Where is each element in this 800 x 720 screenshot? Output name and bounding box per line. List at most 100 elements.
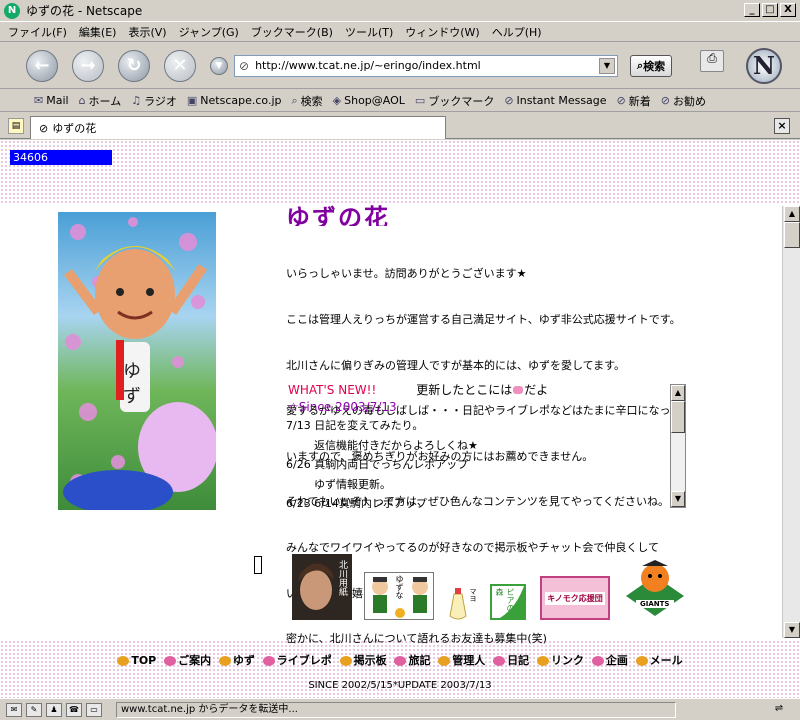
stop-button[interactable]: ✕ xyxy=(164,49,196,82)
bookmark-instant-message[interactable]: ⊘ Instant Message xyxy=(504,94,606,107)
new-tab-icon[interactable]: ▤ xyxy=(8,118,24,134)
bookmark-mail[interactable]: ✉ Mail xyxy=(34,94,69,107)
mail-icon[interactable]: ✉ xyxy=(6,702,22,717)
kinomoku-banner-label: キノモク応援団 xyxy=(545,591,605,605)
back-button[interactable]: ← xyxy=(26,49,58,82)
scroll-thumb[interactable] xyxy=(784,222,800,248)
forward-button[interactable]: → xyxy=(72,49,104,82)
bookmark-search[interactable]: ⌕ 検索 xyxy=(291,93,322,109)
footer-link-top[interactable]: TOP xyxy=(117,654,156,667)
news-item: ゆず情報更新。 xyxy=(286,477,391,491)
bookmark-label: ホーム xyxy=(88,94,122,108)
news-item: 7/13 日記を変えてみたり。 xyxy=(286,419,424,432)
footer-link-live-report[interactable]: ライブレポ xyxy=(262,654,332,667)
page-icon[interactable]: ▭ xyxy=(86,702,102,717)
footer-link-label: ご案内 xyxy=(178,654,212,667)
close-tab-button[interactable]: × xyxy=(774,118,790,134)
footer-link-project[interactable]: 企画 xyxy=(591,654,628,667)
text-cursor-box xyxy=(254,556,262,574)
flower-icon xyxy=(513,386,524,394)
url-text[interactable]: http://www.tcat.ne.jp/~eringo/index.html xyxy=(255,59,481,72)
menu-edit[interactable]: 編集(E) xyxy=(79,24,117,40)
page-link-icon: ⊘ xyxy=(239,58,250,73)
menu-go[interactable]: ジャンプ(G) xyxy=(179,24,239,40)
bookmark-folder[interactable]: ▭ ブックマーク xyxy=(415,93,494,109)
bookmark-recommended[interactable]: ⊘ お勧め xyxy=(661,93,706,109)
scroll-up-arrow-icon[interactable]: ▲ xyxy=(671,385,685,401)
scroll-down-arrow-icon[interactable]: ▼ xyxy=(671,491,685,507)
content-scrollbar[interactable]: ▲ ▼ xyxy=(782,206,800,638)
menu-help[interactable]: ヘルプ(H) xyxy=(492,24,542,40)
scroll-down-container: ▼ xyxy=(783,622,800,638)
menu-bookmarks[interactable]: ブックマーク(B) xyxy=(251,24,333,40)
search-button[interactable]: ⌕ 検索 xyxy=(630,54,673,77)
footer-link-guide[interactable]: ご案内 xyxy=(164,654,211,667)
whats-new-since: ☆Since 2003/7/13 xyxy=(288,400,397,414)
reload-icon: ↻ xyxy=(126,54,142,76)
whats-new-frame: WHAT'S NEW!! 更新したとこには だよ ☆Since 2003/7/1… xyxy=(286,382,686,508)
netscape-logo-icon[interactable]: N xyxy=(746,48,782,84)
scroll-thumb[interactable] xyxy=(671,401,685,433)
bookmark-shop[interactable]: ◈ Shop@AOL xyxy=(333,94,405,107)
whats-new-title: WHAT'S NEW!! xyxy=(288,383,377,397)
minimize-button[interactable]: _ xyxy=(744,3,760,17)
yuzu-cartoon-banner[interactable]: ゆずな xyxy=(364,572,434,620)
menu-file[interactable]: ファイル(F) xyxy=(8,24,67,40)
bookmark-netscape[interactable]: ▣ Netscape.co.jp xyxy=(187,94,282,107)
menu-window[interactable]: ウィンドウ(W) xyxy=(405,24,479,40)
link-icon: ⊘ xyxy=(616,94,626,107)
news-item: 6/26 真駒内両日でっちんレポアップ xyxy=(286,458,469,471)
footer-link-label: 掲示板 xyxy=(353,654,387,667)
menu-view[interactable]: 表示(V) xyxy=(128,24,166,40)
instant-message-icon[interactable]: ♟ xyxy=(46,702,62,717)
forest-banner[interactable]: ビアの森 xyxy=(490,584,526,620)
window-titlebar[interactable]: N ゆずの花 - Netscape _ □ X xyxy=(0,0,800,22)
site-title: ゆずの花 xyxy=(286,204,390,226)
bookmark-label: Mail xyxy=(46,94,69,107)
close-icon: × xyxy=(777,119,787,132)
personal-toolbar: ✉ Mail ⌂ ホーム ♫ ラジオ ▣ Netscape.co.jp ⌕ 検索 ◈ Sho… xyxy=(0,90,800,112)
bookmark-label: 新着 xyxy=(628,94,651,108)
footer-link-label: リンク xyxy=(550,654,584,667)
url-dropdown-button[interactable]: ▼ xyxy=(599,57,615,74)
since-update-text: SINCE 2002/5/15*UPDATE 2003/7/13 xyxy=(308,680,492,691)
url-bar[interactable]: ⊘ http://www.tcat.ne.jp/~eringo/index.ht… xyxy=(234,54,618,77)
giants-banner[interactable]: GIANTS xyxy=(622,556,688,620)
leaf-graphic xyxy=(500,586,524,618)
kinomoku-banner[interactable]: キノモク応援団 xyxy=(540,576,610,620)
footer-link-admin[interactable]: 管理人 xyxy=(438,654,485,667)
flower-icon xyxy=(635,656,648,666)
menu-tools[interactable]: ツール(T) xyxy=(345,24,393,40)
flower-icon xyxy=(591,656,604,666)
bookmark-radio[interactable]: ♫ ラジオ xyxy=(131,93,177,109)
address-book-icon[interactable]: ☎ xyxy=(66,702,82,717)
maximize-button[interactable]: □ xyxy=(762,3,778,17)
scroll-down-arrow-icon[interactable]: ▼ xyxy=(784,622,800,638)
tab-current[interactable]: ⊘ ゆずの花 xyxy=(30,116,446,139)
history-dropdown-button[interactable]: ▼ xyxy=(210,56,228,75)
footer-link-diary[interactable]: 日記 xyxy=(493,654,529,667)
mayo-banner[interactable]: マヨ xyxy=(448,586,480,620)
footer-link-travel[interactable]: 旅記 xyxy=(394,654,430,667)
whats-new-scrollbar[interactable]: ▲ ▼ xyxy=(670,384,686,508)
chevron-down-icon: ▼ xyxy=(215,60,223,71)
footer-link-bbs[interactable]: 掲示板 xyxy=(339,654,387,667)
link-icon: ⊘ xyxy=(660,94,670,107)
svg-text:ゆ: ゆ xyxy=(123,361,141,382)
bookmark-home[interactable]: ⌂ ホーム xyxy=(79,93,122,109)
link-icon: ⊘ xyxy=(504,94,514,107)
scroll-up-arrow-icon[interactable]: ▲ xyxy=(784,206,800,222)
print-button[interactable]: ⎙ xyxy=(700,50,724,72)
stop-icon: ✕ xyxy=(172,54,188,76)
reload-button[interactable]: ↻ xyxy=(118,49,150,82)
footer-link-mail[interactable]: メール xyxy=(635,654,683,667)
footer-link-yuzu[interactable]: ゆず xyxy=(218,654,255,667)
bookmark-new[interactable]: ⊘ 新着 xyxy=(617,93,651,109)
status-text: www.tcat.ne.jp からデータを転送中... xyxy=(116,701,676,718)
footer-link-links[interactable]: リンク xyxy=(536,654,584,667)
composer-icon[interactable]: ✎ xyxy=(26,702,42,717)
back-arrow-icon: ← xyxy=(34,54,50,76)
close-button[interactable]: X xyxy=(780,3,796,17)
kitagawa-photo-banner[interactable]: 北川用紙 xyxy=(292,554,352,620)
intro-line: ここは管理人えりっちが運営する自己満足サイト、ゆず非公式応援サイトです。 xyxy=(286,313,681,327)
